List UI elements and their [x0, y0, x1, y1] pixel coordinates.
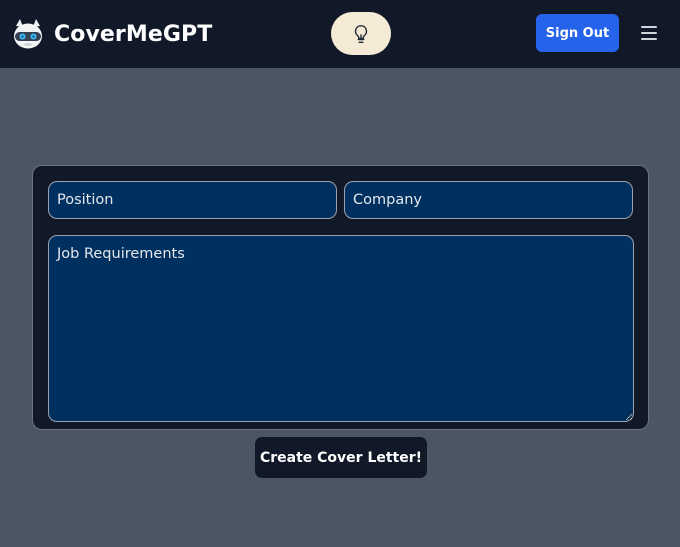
sign-out-button[interactable]: Sign Out — [536, 14, 619, 52]
menu-button[interactable] — [638, 22, 660, 44]
job-requirements-textarea[interactable] — [48, 235, 634, 422]
app-title: CoverMeGPT — [54, 21, 213, 47]
brand[interactable]: CoverMeGPT — [12, 14, 212, 54]
idea-button[interactable] — [331, 12, 391, 55]
company-input[interactable] — [344, 181, 633, 219]
create-cover-letter-button[interactable]: Create Cover Letter! — [255, 437, 427, 478]
navbar: CoverMeGPT Sign Out — [0, 0, 680, 68]
lightbulb-icon — [354, 24, 368, 43]
robot-mascot-icon — [14, 19, 42, 49]
cover-letter-form — [32, 165, 649, 430]
position-input[interactable] — [48, 181, 337, 219]
hamburger-menu-icon — [641, 26, 657, 40]
